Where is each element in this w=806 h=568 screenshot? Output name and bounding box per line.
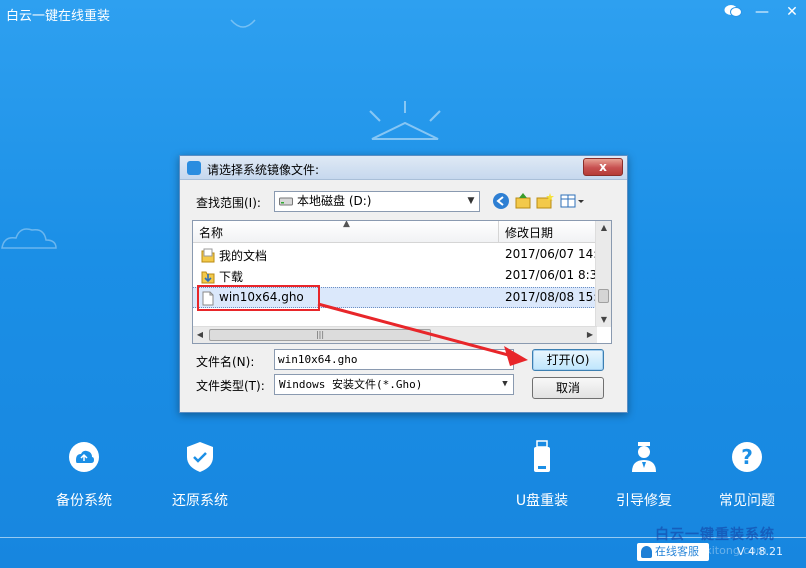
feature-boot-repair[interactable]: 引导修复 — [612, 440, 676, 510]
scroll-thumb[interactable] — [598, 289, 609, 303]
column-name[interactable]: 名称 — [199, 224, 223, 241]
file-open-dialog: 请选择系统镜像文件: x 查找范围(I): 本地磁盘 (D:) ▼ 名称 ▲ 修… — [179, 155, 628, 413]
sort-arrow-icon: ▲ — [343, 220, 350, 229]
feature-label: 引导修复 — [616, 493, 672, 509]
decorative-cloud-icon — [1, 228, 57, 249]
scroll-down-icon[interactable]: ▼ — [596, 313, 611, 327]
look-in-label: 查找范围(I): — [196, 196, 261, 210]
chevron-down-icon: ▼ — [502, 379, 508, 389]
close-button[interactable]: ✕ — [784, 4, 800, 20]
technician-icon — [632, 442, 656, 472]
horizontal-scrollbar[interactable]: ◀ ||| ▶ — [193, 326, 597, 343]
service-agent-icon — [641, 546, 652, 558]
cancel-button[interactable]: 取消 — [532, 377, 604, 399]
filetype-value: Windows 安装文件(*.Gho) — [279, 378, 423, 391]
decorative-sparkle-icon — [230, 19, 256, 28]
column-divider[interactable] — [498, 221, 499, 243]
cloud-upload-icon — [69, 442, 99, 472]
view-menu-icon[interactable] — [560, 192, 586, 210]
dialog-title: 请选择系统镜像文件: — [207, 163, 320, 177]
filetype-dropdown[interactable]: Windows 安装文件(*.Gho) ▼ — [274, 374, 514, 395]
file-date: 2017/08/08 15:4 — [505, 290, 605, 304]
file-date: 2017/06/01 8:3 — [505, 268, 598, 282]
feature-label: U盘重装 — [515, 493, 569, 509]
feature-faq[interactable]: ? 常见问题 — [715, 440, 779, 510]
list-item[interactable]: 我的文档 2017/06/07 14:2 — [193, 245, 605, 266]
app-title: 白云一键在线重装 — [6, 9, 111, 24]
back-icon[interactable] — [492, 192, 510, 210]
look-in-dropdown[interactable]: 本地磁盘 (D:) ▼ — [274, 191, 480, 212]
up-folder-icon[interactable] — [514, 192, 532, 210]
scroll-up-icon[interactable]: ▲ — [596, 221, 611, 235]
file-list-header: 名称 ▲ 修改日期 — [193, 221, 598, 243]
file-name: 我的文档 — [219, 249, 268, 263]
scroll-right-icon[interactable]: ▶ — [583, 327, 597, 343]
scroll-thumb[interactable]: ||| — [209, 329, 431, 341]
filename-input[interactable]: win10x64.gho — [274, 349, 514, 370]
feature-label: 常见问题 — [719, 493, 775, 509]
list-item[interactable]: 下载 2017/06/01 8:3 — [193, 266, 598, 287]
usb-drive-icon — [534, 440, 550, 472]
feature-label: 备份系统 — [56, 493, 112, 509]
look-in-value: 本地磁盘 (D:) — [297, 194, 372, 208]
window-controls: — ✕ — [724, 4, 800, 20]
watermark-text: 白云一键重装系统 — [655, 527, 775, 543]
column-modified[interactable]: 修改日期 — [505, 224, 553, 241]
open-button[interactable]: 打开(O) — [532, 349, 604, 371]
chat-icon[interactable] — [724, 4, 742, 20]
svg-text:?: ? — [741, 445, 753, 469]
folder-icon — [201, 248, 215, 263]
question-icon: ? — [732, 442, 762, 472]
filename-label: 文件名(N): — [196, 355, 255, 369]
minimize-button[interactable]: — — [754, 4, 770, 20]
drive-icon — [279, 197, 293, 206]
feature-label: 还原系统 — [172, 493, 228, 509]
dialog-close-button[interactable]: x — [583, 158, 623, 176]
vertical-scrollbar[interactable]: ▲ ▼ — [595, 221, 611, 327]
dialog-titlebar: 请选择系统镜像文件: x — [180, 156, 627, 180]
filetype-label: 文件类型(T): — [196, 379, 265, 393]
highlight-box — [197, 285, 320, 311]
feature-restore[interactable]: 还原系统 — [168, 440, 232, 510]
shield-check-icon — [187, 442, 213, 472]
feature-backup[interactable]: 备份系统 — [52, 440, 116, 510]
dialog-app-icon — [187, 161, 201, 175]
app-window: 白云一键在线重装 — ✕ 请选择系统镜像文件: x 查找范围(I): 本地磁盘 … — [0, 0, 806, 568]
version-label: V 4.8.21 — [737, 545, 784, 558]
decorative-lamp-icon — [369, 101, 441, 140]
scroll-left-icon[interactable]: ◀ — [193, 327, 207, 343]
file-list[interactable]: 名称 ▲ 修改日期 我的文档 2017/06/07 14:2 下载 2017/0… — [192, 220, 612, 344]
new-folder-icon[interactable] — [536, 192, 554, 210]
feature-usb-reinstall[interactable]: U盘重装 — [510, 440, 574, 510]
file-date: 2017/06/07 14:2 — [505, 247, 605, 261]
file-name: 下载 — [219, 270, 244, 284]
download-folder-icon — [201, 271, 215, 284]
chevron-down-icon: ▼ — [467, 196, 475, 206]
